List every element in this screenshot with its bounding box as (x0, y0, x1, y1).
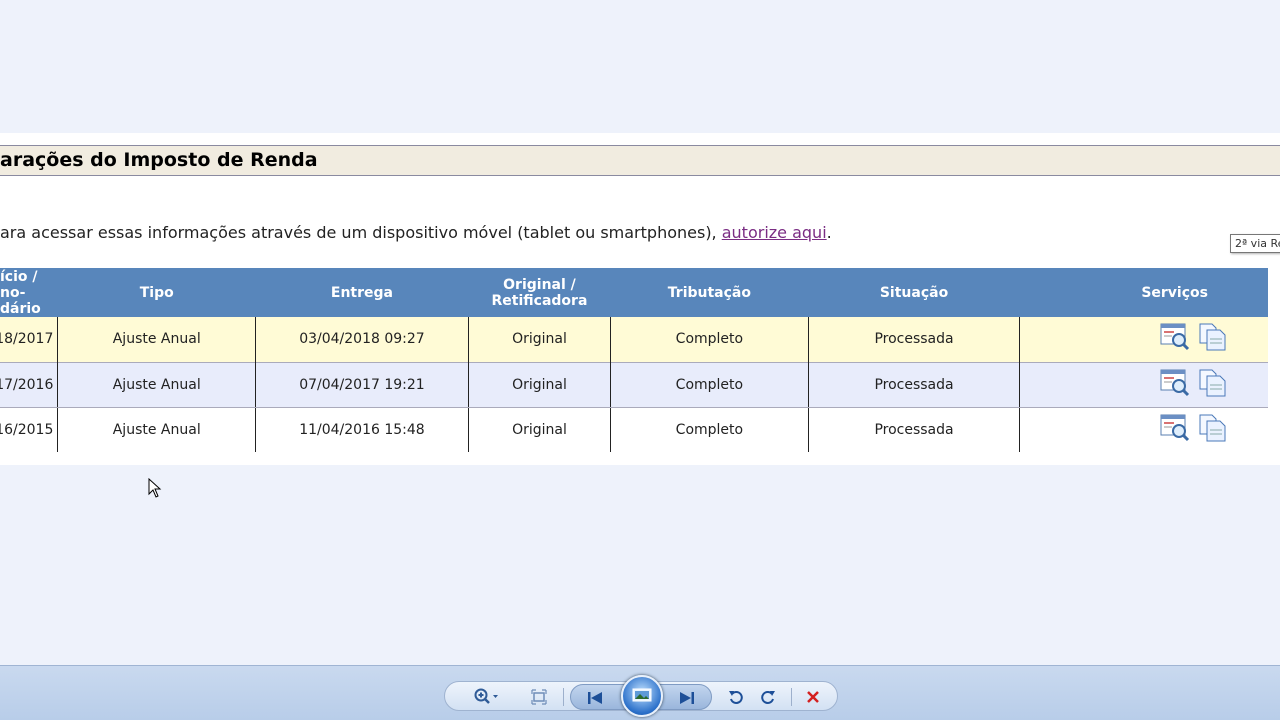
header-entrega: Entrega (255, 268, 469, 317)
copy-document-icon[interactable] (1198, 369, 1228, 401)
rotate-left-icon[interactable] (723, 682, 749, 712)
header-situacao: Situação (808, 268, 1020, 317)
table-row: 18/2017 Ajuste Anual 03/04/2018 09:27 Or… (0, 317, 1268, 362)
cell-tributacao: Completo (610, 317, 809, 362)
table-header-row: ício / no-dário Tipo Entrega Original / Re… (0, 268, 1268, 317)
cell-tributacao: Completo (610, 361, 809, 408)
cell-exercicio: 18/2017 (0, 317, 58, 362)
delete-icon[interactable] (799, 682, 827, 712)
slideshow-icon[interactable] (621, 675, 663, 717)
cell-entrega: 03/04/2018 09:27 (255, 317, 469, 362)
zoom-icon[interactable] (469, 682, 505, 712)
view-document-icon[interactable] (1160, 323, 1190, 355)
header-original: Original / Retificadora (468, 268, 611, 317)
table-row: 17/2016 Ajuste Anual 07/04/2017 19:21 Or… (0, 361, 1268, 408)
header-tributacao: Tributação (610, 268, 809, 317)
header-servicos: Serviços (1019, 268, 1268, 317)
toolbar-controls (444, 675, 838, 717)
header-tipo: Tipo (57, 268, 256, 317)
cell-exercicio: 16/2015 (0, 407, 58, 452)
copy-document-icon[interactable] (1198, 414, 1228, 446)
cell-tributacao: Completo (610, 407, 809, 452)
authorize-link[interactable]: autorize aqui (722, 223, 827, 242)
cell-situacao: Processada (807, 317, 1020, 362)
cell-original: Original (467, 317, 611, 362)
viewer-toolbar (0, 665, 1280, 720)
rotate-right-icon[interactable] (755, 682, 781, 712)
cell-entrega: 07/04/2017 19:21 (255, 361, 469, 408)
copy-document-icon[interactable] (1198, 323, 1228, 355)
cell-servicos (1019, 317, 1268, 362)
previous-icon[interactable] (581, 683, 609, 713)
declarations-table: ício / no-dário Tipo Entrega Original / Re… (0, 268, 1268, 452)
cell-entrega: 11/04/2016 15:48 (255, 407, 469, 452)
cell-tipo: Ajuste Anual (57, 317, 256, 362)
tooltip: 2ª via Re (1230, 234, 1280, 253)
cell-servicos (1019, 361, 1268, 408)
cell-exercicio: 17/2016 (0, 361, 58, 408)
cell-tipo: Ajuste Anual (57, 407, 256, 452)
next-icon[interactable] (673, 683, 701, 713)
info-line: ara acessar essas informações através de… (0, 223, 832, 242)
cell-servicos (1019, 407, 1268, 452)
mouse-cursor-icon (148, 478, 162, 498)
image-viewer-canvas: arações do Imposto de Renda ara acessar … (0, 0, 1280, 665)
actual-size-icon[interactable] (525, 682, 553, 712)
header-exercicio: ício / no-dário (0, 268, 58, 317)
web-page-screenshot: arações do Imposto de Renda ara acessar … (0, 133, 1280, 465)
cell-tipo: Ajuste Anual (57, 361, 256, 408)
cell-original: Original (467, 407, 611, 452)
page-title: arações do Imposto de Renda (0, 145, 1280, 176)
info-text: ara acessar essas informações através de… (0, 223, 722, 242)
view-document-icon[interactable] (1160, 414, 1190, 446)
cell-original: Original (467, 361, 611, 408)
table-row: 16/2015 Ajuste Anual 11/04/2016 15:48 Or… (0, 407, 1268, 452)
view-document-icon[interactable] (1160, 369, 1190, 401)
cell-situacao: Processada (807, 361, 1020, 408)
info-end: . (826, 223, 832, 242)
cell-situacao: Processada (807, 407, 1020, 452)
